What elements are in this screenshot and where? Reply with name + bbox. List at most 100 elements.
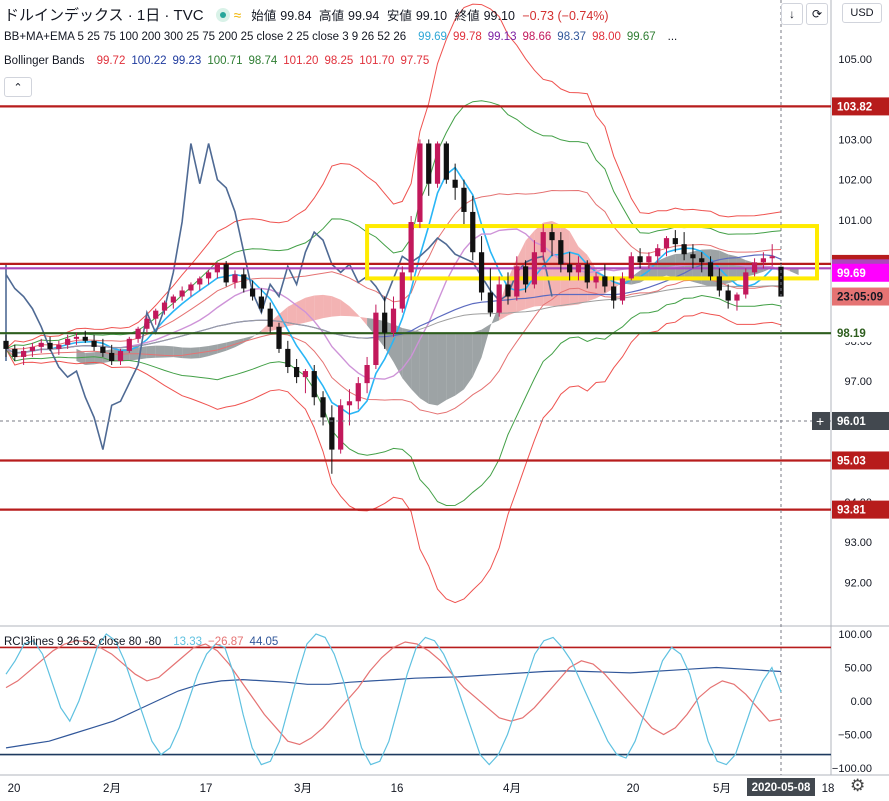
candle-body <box>743 272 749 295</box>
legend-bb-ma-ema-values: 99.69 99.78 99.13 98.66 98.37 98.00 99.67 <box>418 31 661 43</box>
candle-body <box>3 340 9 349</box>
cloud-segment <box>437 333 447 406</box>
candle-body <box>505 284 511 297</box>
candle-body <box>707 262 714 277</box>
cloud-segment <box>146 345 156 359</box>
cloud-segment <box>314 294 324 321</box>
candle-body <box>258 296 265 309</box>
candle-body <box>716 276 722 291</box>
down-arrow-button[interactable]: ↓ <box>781 3 803 25</box>
collapse-legend-button[interactable]: ⌃ <box>4 77 32 97</box>
legend-bb-ma-ema-name: BB+MA+EMA 5 25 75 100 200 300 25 75 200 … <box>4 31 407 43</box>
candle-body <box>276 326 282 349</box>
price-tag: 99.69 <box>837 268 866 280</box>
cloud-segment <box>323 294 332 319</box>
candle-body <box>223 264 229 283</box>
candle-body <box>29 346 36 351</box>
candle-body <box>452 179 458 188</box>
crosshair-price-tag: 96.01 <box>837 416 866 428</box>
candle-body <box>73 336 80 339</box>
candle-body <box>487 292 493 313</box>
price-tick-label: 103.00 <box>838 134 872 146</box>
time-tick-label: 16 <box>391 783 404 795</box>
candle-body <box>699 258 705 263</box>
candle-body <box>205 272 212 279</box>
candle-body <box>496 284 502 313</box>
candle-body <box>47 342 53 349</box>
legend-bollinger[interactable]: Bollinger Bands 99.72 100.22 99.23 100.71 98.… <box>4 55 441 67</box>
price-tick-label: 97.00 <box>844 376 872 388</box>
candle-body <box>690 254 696 259</box>
cloud-segment <box>173 346 183 359</box>
ohlc-close-label: 終値 <box>454 9 480 23</box>
legend-value: 97.75 <box>400 55 430 67</box>
ohlc-low-label: 安値 <box>386 9 412 23</box>
candle-body <box>126 338 132 351</box>
legend-value: 100.22 <box>131 55 167 67</box>
candle-body <box>628 256 634 279</box>
candle-body <box>540 232 546 253</box>
refresh-icon: ⟳ <box>811 7 823 21</box>
cloud-segment <box>666 254 676 278</box>
cloud-segment <box>411 329 420 399</box>
price-tick-label: 105.00 <box>838 54 872 66</box>
candle-body <box>232 274 238 283</box>
candle-body <box>267 308 273 327</box>
ohlc-open-label: 始値 <box>251 9 277 23</box>
symbol-title[interactable]: ドルインデックス · 1日 · TVC <box>4 4 204 25</box>
candle-body <box>681 244 687 255</box>
candle-body <box>646 256 652 263</box>
candle-body <box>302 371 309 378</box>
candle-body <box>663 238 670 249</box>
candle-body <box>734 294 740 301</box>
legend-value: 100.71 <box>207 55 243 67</box>
ohlc-high-value: 99.94 <box>348 9 380 23</box>
cloud-segment <box>446 333 456 401</box>
candle-body <box>602 276 608 287</box>
gear-icon: ⚙ <box>850 776 866 795</box>
candle-body <box>751 262 758 273</box>
legend-value: −26.87 <box>208 636 244 648</box>
refresh-button[interactable]: ⟳ <box>806 3 828 25</box>
legend-bollinger-values: 99.72 100.22 99.23 100.71 98.74 101.20 98.25 10… <box>97 55 436 67</box>
candle-body <box>100 346 106 353</box>
candle-body <box>522 266 529 285</box>
candle-body <box>197 278 203 285</box>
legend-value: 44.05 <box>249 636 279 648</box>
time-tick-label: 4月 <box>503 783 521 795</box>
chart-canvas[interactable]: 92.0093.0094.0095.0097.0098.0099.00101.0… <box>0 0 889 801</box>
candle-body <box>426 143 432 184</box>
candle-body <box>575 264 582 273</box>
legend-ellipsis: ... <box>667 31 678 43</box>
candle-body <box>725 290 731 301</box>
legend-value: 99.69 <box>418 31 447 43</box>
rci-tick-label: 50.00 <box>844 663 872 675</box>
ohlc-low-value: 99.10 <box>415 9 448 23</box>
legend-bollinger-name: Bollinger Bands <box>4 55 85 67</box>
wave-icon: ≈ <box>233 6 242 23</box>
candle-body <box>531 252 538 285</box>
legend-rci[interactable]: RCI3lines 9 26 52 close 80 -80 13.33 −26.8… <box>4 636 290 648</box>
candle-body <box>558 240 564 265</box>
legend-bb-ma-ema[interactable]: BB+MA+EMA 5 25 75 100 200 300 25 75 200 … <box>4 31 683 43</box>
legend-value: 98.37 <box>557 31 587 43</box>
currency-button[interactable]: USD <box>842 3 882 23</box>
market-status-icon <box>215 7 230 22</box>
candle-body <box>214 264 220 273</box>
candle-body <box>294 367 300 378</box>
candle-body <box>408 222 414 273</box>
level-tag: 93.81 <box>837 505 866 517</box>
legend-rci-name: RCI3lines 9 26 52 close 80 -80 <box>4 636 162 648</box>
cloud-segment <box>428 332 438 406</box>
settings-gear-button[interactable]: ⚙ <box>850 776 865 796</box>
candle-body <box>38 342 44 347</box>
candle-body <box>170 296 176 303</box>
candle-body <box>443 143 449 180</box>
legend-value: 99.72 <box>96 55 126 67</box>
candle-body <box>611 286 617 301</box>
candle-body <box>12 348 18 357</box>
candle-body <box>161 302 168 311</box>
time-tick-label: 5月 <box>713 783 731 795</box>
ohlc-high-label: 高値 <box>319 9 345 23</box>
candle-body <box>373 312 379 366</box>
